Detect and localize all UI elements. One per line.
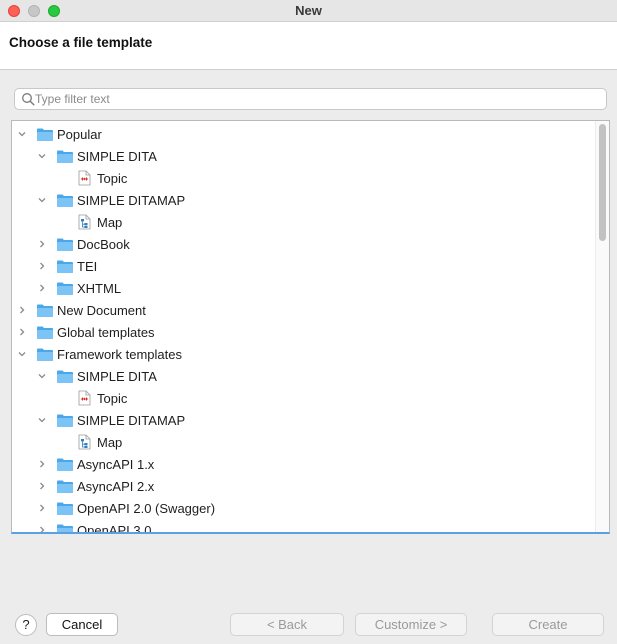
filter-box — [14, 88, 607, 110]
template-tree-rows: Popular SIMPLE DITA Topic SIMPLE DITAMAP Map… — [12, 123, 596, 534]
folder-icon — [36, 346, 54, 362]
chevron-right-icon[interactable] — [36, 260, 48, 272]
folder-icon — [56, 148, 74, 164]
tree-item[interactable]: DocBook — [12, 233, 596, 255]
chevron-down-icon[interactable] — [36, 414, 48, 426]
create-button[interactable]: Create — [492, 613, 604, 636]
back-button[interactable]: < Back — [230, 613, 344, 636]
tree-item-label: XHTML — [77, 280, 122, 296]
tree-item-label: Map — [97, 434, 123, 450]
template-tree[interactable]: Popular SIMPLE DITA Topic SIMPLE DITAMAP Map… — [11, 120, 610, 534]
chevron-down-icon[interactable] — [36, 150, 48, 162]
tree-item-label: Popular — [57, 126, 102, 142]
window-title: New — [295, 3, 322, 18]
folder-icon — [36, 324, 54, 340]
title-bar: New — [0, 0, 617, 22]
tree-item[interactable]: XHTML — [12, 277, 596, 299]
tree-item-label: Framework templates — [57, 346, 182, 362]
tree-item[interactable]: SIMPLE DITAMAP — [12, 409, 596, 431]
tree-item-label: Topic — [97, 170, 128, 186]
tree-item[interactable]: SIMPLE DITA — [12, 145, 596, 167]
folder-icon — [56, 236, 74, 252]
tree-item-label: OpenAPI 3.0 — [77, 522, 152, 534]
customize-button[interactable]: Customize > — [355, 613, 467, 636]
tree-scrollbar-thumb[interactable] — [599, 124, 606, 241]
tree-item[interactable]: SIMPLE DITA — [12, 365, 596, 387]
dita-topic-icon — [76, 390, 94, 406]
tree-item-label: SIMPLE DITAMAP — [77, 412, 186, 428]
tree-item[interactable]: TEI — [12, 255, 596, 277]
tree-item-label: SIMPLE DITA — [77, 368, 157, 384]
tree-item[interactable]: Map — [12, 431, 596, 453]
dita-topic-icon — [76, 170, 94, 186]
tree-item-label: TEI — [77, 258, 98, 274]
chevron-down-icon[interactable] — [16, 128, 28, 140]
tree-item[interactable]: Topic — [12, 167, 596, 189]
ditamap-icon — [76, 214, 94, 230]
chevron-down-icon[interactable] — [16, 348, 28, 360]
chevron-right-icon[interactable] — [36, 282, 48, 294]
tree-item[interactable]: New Document — [12, 299, 596, 321]
tree-item[interactable]: Topic — [12, 387, 596, 409]
folder-icon — [56, 192, 74, 208]
folder-icon — [56, 280, 74, 296]
chevron-right-icon[interactable] — [16, 326, 28, 338]
folder-icon — [56, 368, 74, 384]
tree-item-label: New Document — [57, 302, 146, 318]
dialog-heading: Choose a file template — [9, 35, 153, 50]
ditamap-icon — [76, 434, 94, 450]
folder-icon — [56, 412, 74, 428]
tree-scrollbar[interactable] — [595, 121, 609, 532]
tree-item-label: AsyncAPI 1.x — [77, 456, 155, 472]
folder-icon — [36, 302, 54, 318]
tree-item-label: Global templates — [57, 324, 155, 340]
folder-icon — [56, 456, 74, 472]
chevron-down-icon[interactable] — [36, 194, 48, 206]
tree-item-label: OpenAPI 2.0 (Swagger) — [77, 500, 216, 516]
folder-icon — [36, 126, 54, 142]
help-button[interactable]: ? — [15, 614, 37, 636]
tree-item-label: SIMPLE DITAMAP — [77, 192, 186, 208]
tree-item[interactable]: AsyncAPI 1.x — [12, 453, 596, 475]
tree-item[interactable]: Map — [12, 211, 596, 233]
folder-icon — [56, 522, 74, 532]
tree-item-label: Map — [97, 214, 123, 230]
folder-icon — [56, 478, 74, 494]
chevron-right-icon[interactable] — [36, 502, 48, 514]
chevron-right-icon[interactable] — [36, 458, 48, 470]
dialog-header: Choose a file template — [0, 22, 617, 70]
tree-item[interactable]: Global templates — [12, 321, 596, 343]
tree-item[interactable]: Framework templates — [12, 343, 596, 365]
search-icon — [22, 93, 35, 106]
tree-item[interactable]: OpenAPI 2.0 (Swagger) — [12, 497, 596, 519]
tree-item[interactable]: SIMPLE DITAMAP — [12, 189, 596, 211]
chevron-right-icon[interactable] — [36, 524, 48, 532]
tree-item-label: AsyncAPI 2.x — [77, 478, 155, 494]
chevron-down-icon[interactable] — [36, 370, 48, 382]
cancel-button[interactable]: Cancel — [46, 613, 118, 636]
filter-input[interactable] — [35, 90, 600, 108]
tree-item-label: DocBook — [77, 236, 130, 252]
chevron-right-icon[interactable] — [16, 304, 28, 316]
tree-item[interactable]: OpenAPI 3.0 — [12, 519, 596, 534]
tree-item-label: SIMPLE DITA — [77, 148, 157, 164]
folder-icon — [56, 500, 74, 516]
tree-item[interactable]: Popular — [12, 123, 596, 145]
folder-icon — [56, 258, 74, 274]
chevron-right-icon[interactable] — [36, 480, 48, 492]
chevron-right-icon[interactable] — [36, 238, 48, 250]
tree-item[interactable]: AsyncAPI 2.x — [12, 475, 596, 497]
tree-item-label: Topic — [97, 390, 128, 406]
